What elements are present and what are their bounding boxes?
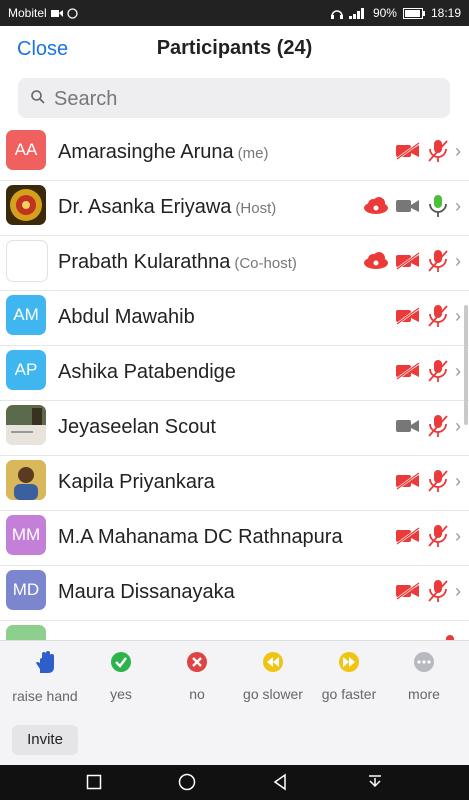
participant-row[interactable]: AA Amarasinghe Aruna (me) › <box>0 125 469 181</box>
scrollbar[interactable] <box>464 305 468 425</box>
check-icon <box>111 652 131 672</box>
video-off-icon[interactable] <box>395 527 421 545</box>
participant-row[interactable]: MM M.A Mahanama DC Rathnapura › <box>0 510 469 566</box>
mic-muted-icon[interactable] <box>427 414 449 438</box>
participant-name: Prabath Kularathna <box>58 251 231 273</box>
mic-on-icon[interactable] <box>427 194 449 218</box>
participant-row[interactable]: Jeyaseelan Scout › <box>0 400 469 456</box>
video-off-icon[interactable] <box>395 307 421 325</box>
more-button[interactable]: more <box>385 651 463 702</box>
participant-row[interactable]: AM Abdul Mawahib › <box>0 290 469 346</box>
chevron-right-icon: › <box>455 305 461 326</box>
avatar <box>6 240 48 282</box>
mic-muted-icon[interactable] <box>427 249 449 273</box>
header: Close Participants (24) <box>0 26 469 72</box>
home-icon[interactable] <box>178 773 196 791</box>
chevron-right-icon: › <box>455 580 461 601</box>
mic-muted-icon[interactable] <box>427 359 449 383</box>
participant-row[interactable] <box>0 620 469 640</box>
participant-role: (me) <box>237 145 269 162</box>
participant-row[interactable]: Prabath Kularathna (Co-host) › <box>0 235 469 291</box>
profile-photo-icon <box>6 405 46 445</box>
notification-pull-icon[interactable] <box>367 773 383 791</box>
yes-button[interactable]: yes <box>82 651 160 702</box>
recents-icon[interactable] <box>86 773 102 791</box>
android-nav-bar <box>0 765 469 800</box>
participant-list: AA Amarasinghe Aruna (me) › Dr. Asanka Er… <box>0 125 469 640</box>
headset-icon <box>330 9 343 19</box>
mic-muted-icon[interactable] <box>427 139 449 163</box>
cloud-record-icon <box>364 252 388 269</box>
chevron-right-icon: › <box>455 470 461 491</box>
more-icon <box>414 652 434 672</box>
mic-muted-icon[interactable] <box>427 469 449 493</box>
participant-name: Amarasinghe Aruna <box>58 141 234 163</box>
fast-forward-icon <box>339 652 359 672</box>
chevron-right-icon: › <box>455 195 461 216</box>
chevron-right-icon: › <box>455 360 461 381</box>
clock: 18:19 <box>430 6 461 20</box>
avatar <box>6 625 46 640</box>
raise-hand-button[interactable]: raise hand <box>6 651 84 704</box>
chevron-right-icon: › <box>455 415 461 436</box>
participant-name: Maura Dissanayaka <box>58 581 235 603</box>
scout-badge-icon <box>10 189 42 221</box>
x-icon <box>187 652 207 672</box>
video-off-icon[interactable] <box>395 362 421 380</box>
signal-icon <box>348 8 364 19</box>
video-off-icon[interactable] <box>395 472 421 490</box>
avatar: AA <box>6 130 46 170</box>
participant-name: Dr. Asanka Eriyawa <box>58 196 232 218</box>
whatsapp-icon <box>67 7 78 19</box>
chevron-right-icon: › <box>455 140 461 161</box>
avatar: AM <box>6 295 46 335</box>
video-status-icon <box>50 9 63 17</box>
page-title: Participants (24) <box>156 37 313 59</box>
raise-hand-icon <box>36 651 54 673</box>
participant-role: (Host) <box>235 200 277 217</box>
battery-icon <box>402 7 425 19</box>
video-off-icon[interactable] <box>395 252 421 270</box>
avatar <box>6 460 46 500</box>
carrier-label: Mobitel <box>8 6 47 20</box>
mic-muted-icon[interactable] <box>427 304 449 328</box>
participant-name: M.A Mahanama DC Rathnapura <box>58 526 343 548</box>
go-slower-button[interactable]: go slower <box>234 651 312 702</box>
participant-row[interactable]: Dr. Asanka Eriyawa (Host) › <box>0 180 469 236</box>
video-off-icon[interactable] <box>395 582 421 600</box>
avatar: MM <box>6 515 46 555</box>
profile-photo-icon <box>6 460 46 500</box>
participant-name: Kapila Priyankara <box>58 471 215 493</box>
chevron-right-icon: › <box>455 250 461 271</box>
video-on-icon[interactable] <box>395 417 421 435</box>
mic-muted-icon[interactable] <box>427 579 449 603</box>
participant-name: Ashika Patabendige <box>58 361 236 383</box>
avatar: AP <box>6 350 46 390</box>
avatar <box>6 405 46 445</box>
participant-role: (Co-host) <box>234 255 297 272</box>
avatar <box>6 185 46 225</box>
participant-name: Jeyaseelan Scout <box>58 416 216 438</box>
back-icon[interactable] <box>272 773 288 791</box>
mic-muted-icon[interactable] <box>427 524 449 548</box>
search-input[interactable] <box>52 78 436 120</box>
participant-row[interactable]: AP Ashika Patabendige › <box>0 345 469 401</box>
cloud-record-icon <box>364 197 388 214</box>
battery-percent: 90% <box>372 6 397 20</box>
search-icon <box>31 90 45 104</box>
participant-row[interactable]: Kapila Priyankara › <box>0 455 469 511</box>
video-off-icon[interactable] <box>395 142 421 160</box>
search-bar[interactable] <box>18 78 450 120</box>
go-faster-button[interactable]: go faster <box>310 651 388 702</box>
participant-row[interactable]: MD Maura Dissanayaka › <box>0 565 469 621</box>
avatar: MD <box>6 570 46 610</box>
rewind-icon <box>263 652 283 672</box>
invite-button[interactable]: Invite <box>12 725 78 755</box>
status-bar: Mobitel 90% 18:19 <box>0 0 469 26</box>
participant-name: Abdul Mawahib <box>58 306 195 328</box>
no-button[interactable]: no <box>158 651 236 702</box>
chevron-right-icon: › <box>455 525 461 546</box>
video-on-icon[interactable] <box>395 197 421 215</box>
